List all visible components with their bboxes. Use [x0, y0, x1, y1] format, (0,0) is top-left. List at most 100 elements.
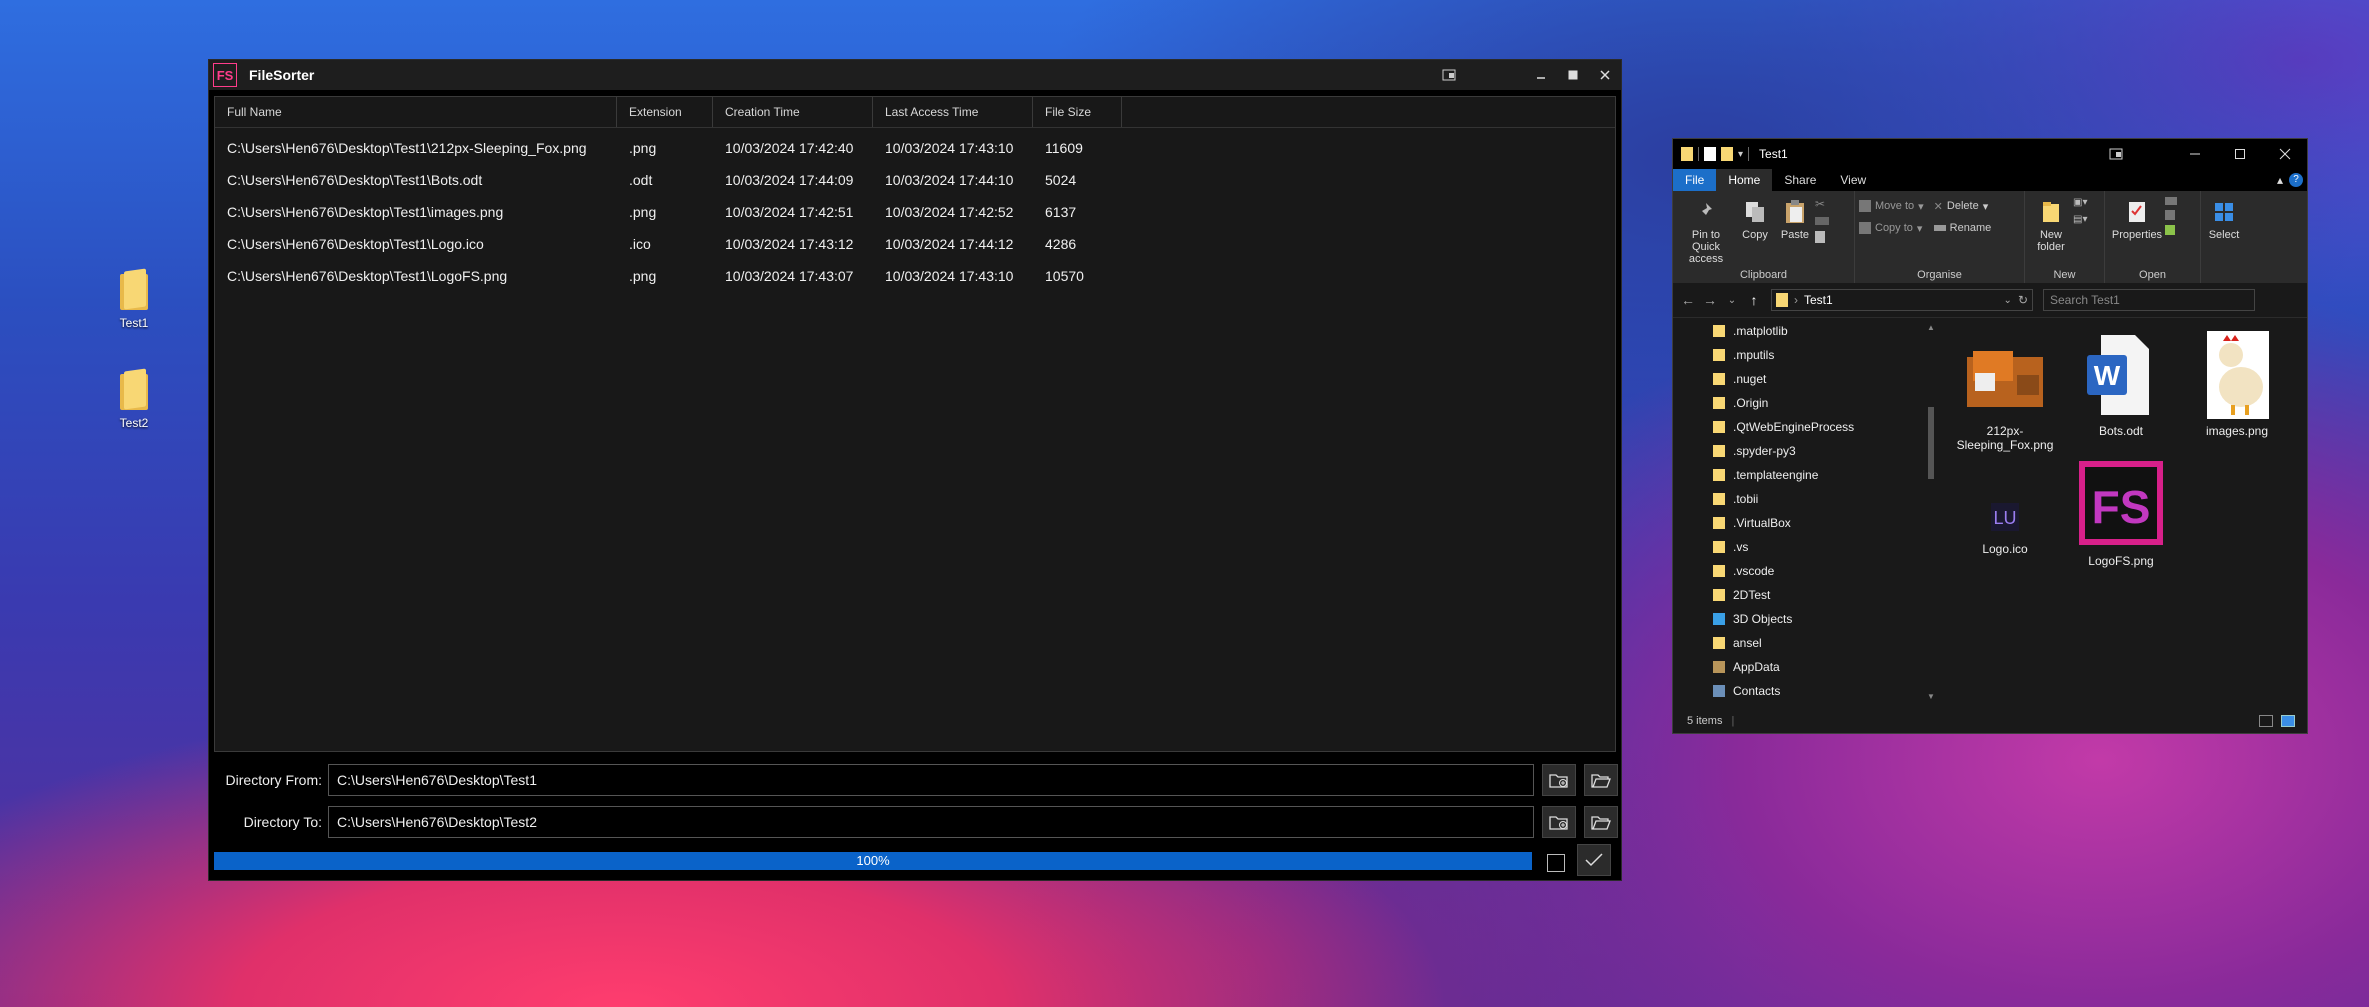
file-table[interactable]: Full Name Extension Creation Time Last A…: [214, 96, 1616, 752]
navigation-pane[interactable]: .matplotlib .mputils .nuget .Origin .QtW…: [1673, 319, 1941, 703]
move-to-button[interactable]: Move to ▾: [1859, 195, 1924, 217]
table-row[interactable]: C:\Users\Hen676\Desktop\Test1\LogoFS.png…: [215, 260, 1615, 292]
nav-item[interactable]: 2DTest: [1673, 583, 1941, 607]
nav-item[interactable]: AppData: [1673, 655, 1941, 679]
filesorter-window: FS FileSorter Full Name Extension Creati…: [208, 59, 1622, 881]
file-item[interactable]: LU Logo.ico: [1955, 479, 2055, 556]
edit-icon[interactable]: [2165, 210, 2175, 220]
copy-path-icon[interactable]: [1815, 217, 1829, 225]
history-icon[interactable]: [2165, 225, 2175, 235]
directory-to-input[interactable]: C:\Users\Hen676\Desktop\Test2: [328, 806, 1534, 838]
nav-item[interactable]: .tobii: [1673, 487, 1941, 511]
title-bar[interactable]: FS FileSorter: [209, 60, 1621, 90]
status-bar: 5 items |: [1673, 709, 2307, 733]
column-header-full-name[interactable]: Full Name: [215, 97, 617, 127]
minimize-button[interactable]: [1525, 60, 1557, 90]
customize-quick-icon[interactable]: ▾: [1738, 149, 1743, 160]
nav-item[interactable]: Contacts: [1673, 679, 1941, 703]
nav-item[interactable]: 3D Objects: [1673, 607, 1941, 631]
nav-item[interactable]: .matplotlib: [1673, 319, 1941, 343]
column-header-creation-time[interactable]: Creation Time: [713, 97, 873, 127]
browse-folder-button[interactable]: [1584, 764, 1618, 796]
file-item[interactable]: 212px-Sleeping_Fox.png: [1955, 329, 2055, 452]
recent-locations-icon[interactable]: ⌄: [1721, 295, 1743, 306]
organise-group-label: Organise: [1917, 269, 1962, 281]
new-folder-button[interactable]: [1542, 806, 1576, 838]
desktop-icon-test2[interactable]: Test2: [99, 368, 169, 430]
large-icons-view-icon[interactable]: [2281, 715, 2295, 727]
scroll-down-icon[interactable]: ▼: [1927, 692, 1935, 701]
close-button[interactable]: [1589, 60, 1621, 90]
confirm-button[interactable]: [1577, 844, 1611, 876]
file-item[interactable]: W Bots.odt: [2071, 329, 2171, 438]
folder-icon: [1681, 147, 1693, 161]
search-input[interactable]: Search Test1: [2043, 289, 2255, 311]
tab-view[interactable]: View: [1828, 169, 1878, 191]
open-icon[interactable]: [2165, 197, 2177, 205]
nav-item[interactable]: .nuget: [1673, 367, 1941, 391]
rename-button[interactable]: Rename: [1933, 217, 1991, 239]
maximize-button[interactable]: [2217, 139, 2262, 169]
progress-bar: 100%: [214, 852, 1532, 870]
minimize-button[interactable]: [2172, 139, 2217, 169]
nav-item[interactable]: .QtWebEngineProcess: [1673, 415, 1941, 439]
table-row[interactable]: C:\Users\Hen676\Desktop\Test1\212px-Slee…: [215, 132, 1615, 164]
directory-from-input[interactable]: C:\Users\Hen676\Desktop\Test1: [328, 764, 1534, 796]
tab-file[interactable]: File: [1673, 169, 1717, 191]
address-dropdown-icon[interactable]: ⌄: [2004, 295, 2012, 306]
snap-layout-icon[interactable]: [1433, 60, 1465, 90]
nav-item[interactable]: .VirtualBox: [1673, 511, 1941, 535]
scroll-up-icon[interactable]: ▲: [1927, 323, 1935, 332]
cut-icon[interactable]: ✂: [1815, 197, 1829, 211]
up-arrow-icon[interactable]: ↑: [1743, 292, 1765, 308]
scrollbar-thumb[interactable]: [1928, 407, 1934, 479]
close-button[interactable]: [2262, 139, 2307, 169]
table-row[interactable]: C:\Users\Hen676\Desktop\Test1\Logo.ico .…: [215, 228, 1615, 260]
select-button[interactable]: Select: [2205, 195, 2243, 283]
nav-item[interactable]: .templateengine: [1673, 463, 1941, 487]
new-folder-button[interactable]: [1542, 764, 1576, 796]
help-icon[interactable]: ?: [2289, 173, 2303, 187]
collapse-ribbon-icon[interactable]: ▴: [2277, 169, 2283, 191]
new-item-icon[interactable]: ▣▾: [2073, 197, 2087, 208]
nav-item[interactable]: .mputils: [1673, 343, 1941, 367]
delete-button[interactable]: ✕ Delete ▾: [1934, 195, 1992, 217]
browse-folder-button[interactable]: [1584, 806, 1618, 838]
details-view-icon[interactable]: [2259, 715, 2273, 727]
properties-quick-icon[interactable]: [1704, 147, 1716, 161]
clipboard-group: Pin to Quick access Copy Paste ✂ Clipboa…: [1673, 191, 1855, 283]
easy-access-icon[interactable]: ▤▾: [2073, 214, 2087, 225]
file-item[interactable]: FS LogoFS.png: [2071, 459, 2171, 568]
option-checkbox[interactable]: [1547, 854, 1565, 872]
paste-shortcut-icon[interactable]: [1815, 231, 1825, 243]
tab-share[interactable]: Share: [1772, 169, 1828, 191]
breadcrumb-test1[interactable]: Test1: [1804, 293, 1833, 307]
maximize-button[interactable]: [1557, 60, 1589, 90]
address-bar[interactable]: › Test1 ⌄ ↻: [1771, 289, 2033, 311]
nav-item[interactable]: ansel: [1673, 631, 1941, 655]
file-content-area[interactable]: 212px-Sleeping_Fox.png W Bots.odt images…: [1945, 319, 2307, 703]
nav-item[interactable]: .vs: [1673, 535, 1941, 559]
column-header-last-access-time[interactable]: Last Access Time: [873, 97, 1033, 127]
table-row[interactable]: C:\Users\Hen676\Desktop\Test1\images.png…: [215, 196, 1615, 228]
quick-access-toolbar: ▾: [1681, 147, 1750, 161]
file-name: 212px-Sleeping_Fox.png: [1956, 424, 2054, 452]
cell-extension: .png: [629, 268, 657, 284]
nav-item[interactable]: .Origin: [1673, 391, 1941, 415]
table-row[interactable]: C:\Users\Hen676\Desktop\Test1\Bots.odt .…: [215, 164, 1615, 196]
column-header-extension[interactable]: Extension: [617, 97, 713, 127]
desktop-icon-test1[interactable]: Test1: [99, 268, 169, 330]
refresh-icon[interactable]: ↻: [2018, 293, 2032, 307]
explorer-title-bar[interactable]: ▾ Test1: [1673, 139, 2307, 169]
nav-item[interactable]: .spyder-py3: [1673, 439, 1941, 463]
back-arrow-icon[interactable]: ←: [1677, 292, 1699, 308]
new-folder-quick-icon[interactable]: [1721, 147, 1733, 161]
forward-arrow-icon[interactable]: →: [1699, 292, 1721, 308]
column-header-file-size[interactable]: File Size: [1033, 97, 1122, 127]
copy-to-button[interactable]: Copy to ▾: [1859, 217, 1924, 239]
file-item[interactable]: images.png: [2187, 329, 2287, 438]
nav-item[interactable]: .vscode: [1673, 559, 1941, 583]
nav-scrollbar[interactable]: ▲ ▼: [1925, 323, 1937, 701]
snap-layout-icon[interactable]: [2100, 139, 2132, 169]
tab-home[interactable]: Home: [1716, 169, 1773, 191]
